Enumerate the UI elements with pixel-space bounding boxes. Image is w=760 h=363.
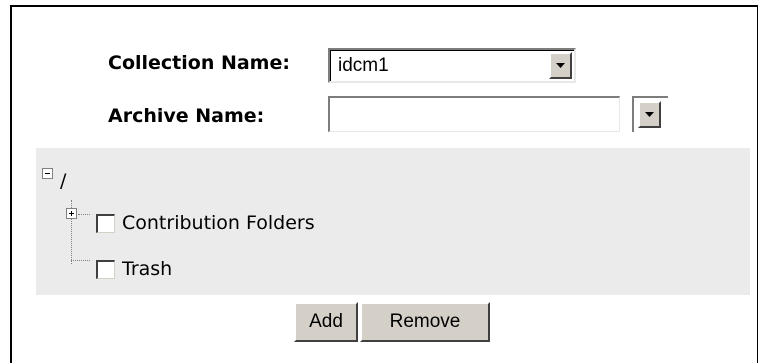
collapse-root-icon[interactable] (42, 168, 53, 179)
tree-connector-line (71, 260, 90, 261)
tree-item-trash[interactable]: Trash (122, 258, 172, 280)
add-button[interactable]: Add (294, 302, 358, 342)
tree-root-label: / (60, 170, 67, 192)
remove-button[interactable]: Remove (360, 302, 490, 342)
folder-tree: / Contribution Folders Trash (36, 148, 750, 295)
tree-connector-line (78, 214, 90, 215)
chevron-down-icon (645, 112, 654, 117)
collection-name-label: Collection Name: (108, 52, 290, 74)
contribution-folders-checkbox[interactable] (96, 214, 115, 233)
archive-name-input[interactable] (328, 96, 620, 132)
expand-contribution-folders-icon[interactable] (66, 208, 77, 219)
archive-name-label: Archive Name: (108, 105, 265, 127)
collection-name-value: idcm1 (338, 55, 389, 76)
tree-item-contribution-folders[interactable]: Contribution Folders (122, 212, 315, 234)
chevron-down-icon (556, 63, 565, 68)
collection-name-select[interactable]: idcm1 (328, 48, 576, 83)
archive-dropdown-button[interactable] (638, 101, 661, 128)
trash-checkbox[interactable] (96, 260, 115, 279)
collection-dropdown-button[interactable] (549, 52, 572, 79)
archive-dropdown-wrap (632, 96, 668, 132)
